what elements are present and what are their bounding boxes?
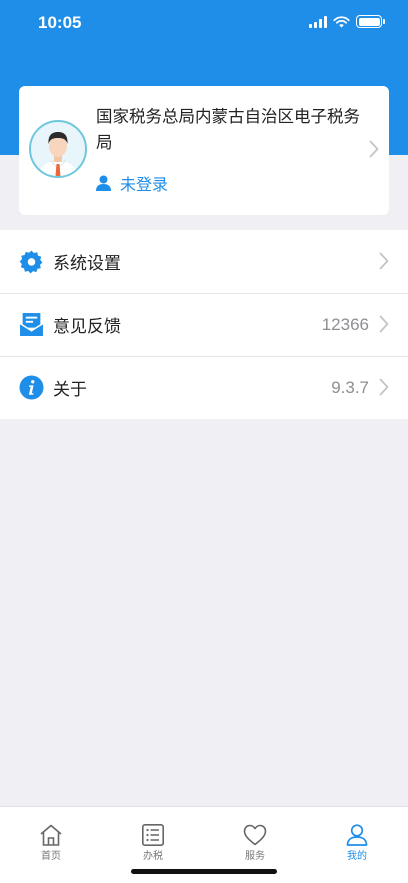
chevron-right-icon	[379, 315, 389, 333]
menu-item-feedback[interactable]: 意见反馈 12366	[0, 293, 408, 356]
battery-icon	[356, 15, 385, 28]
status-bar: 10:05	[0, 0, 408, 46]
user-avatar-icon	[39, 132, 77, 176]
avatar	[29, 120, 87, 178]
menu-item-label: 关于	[53, 380, 87, 400]
status-time: 10:05	[38, 13, 82, 32]
tab-label: 首页	[41, 851, 61, 862]
user-icon	[96, 175, 111, 191]
tab-label: 办税	[143, 851, 163, 862]
person-icon	[346, 824, 368, 846]
wifi-icon	[333, 15, 350, 27]
menu-item-about[interactable]: 关于 9.3.7	[0, 356, 408, 419]
menu-item-system-settings[interactable]: 系统设置	[0, 230, 408, 293]
tab-label: 我的	[347, 851, 367, 862]
login-status-label: 未登录	[120, 175, 169, 194]
gear-icon	[19, 249, 44, 274]
feedback-icon	[19, 312, 44, 337]
status-icons	[309, 15, 385, 28]
organization-name: 国家税务总局内蒙古自治区电子税务局	[96, 107, 360, 152]
tab-tax[interactable]: 办税	[102, 807, 204, 867]
tab-label: 服务	[245, 851, 265, 862]
tab-service[interactable]: 服务	[204, 807, 306, 867]
chevron-right-icon	[379, 252, 389, 270]
menu-item-label: 系统设置	[53, 254, 121, 274]
profile-card[interactable]: 国家税务总局内蒙古自治区电子税务局 未登录	[19, 86, 389, 215]
home-indicator	[131, 869, 277, 874]
home-icon	[40, 824, 62, 846]
heart-icon	[243, 824, 267, 846]
menu-item-label: 意见反馈	[53, 317, 121, 337]
login-status[interactable]: 未登录	[96, 171, 168, 195]
info-icon	[19, 375, 44, 400]
hotline-number: 12366	[321, 314, 369, 334]
chevron-right-icon	[369, 140, 379, 158]
list-icon	[141, 824, 164, 846]
chevron-right-icon	[379, 378, 389, 396]
app-version: 9.3.7	[331, 377, 369, 397]
tab-home[interactable]: 首页	[0, 807, 102, 867]
settings-menu: 系统设置 意见反馈 12366 关于 9.3.7	[0, 230, 408, 419]
tab-mine[interactable]: 我的	[306, 807, 408, 867]
cellular-signal-icon	[309, 15, 327, 28]
